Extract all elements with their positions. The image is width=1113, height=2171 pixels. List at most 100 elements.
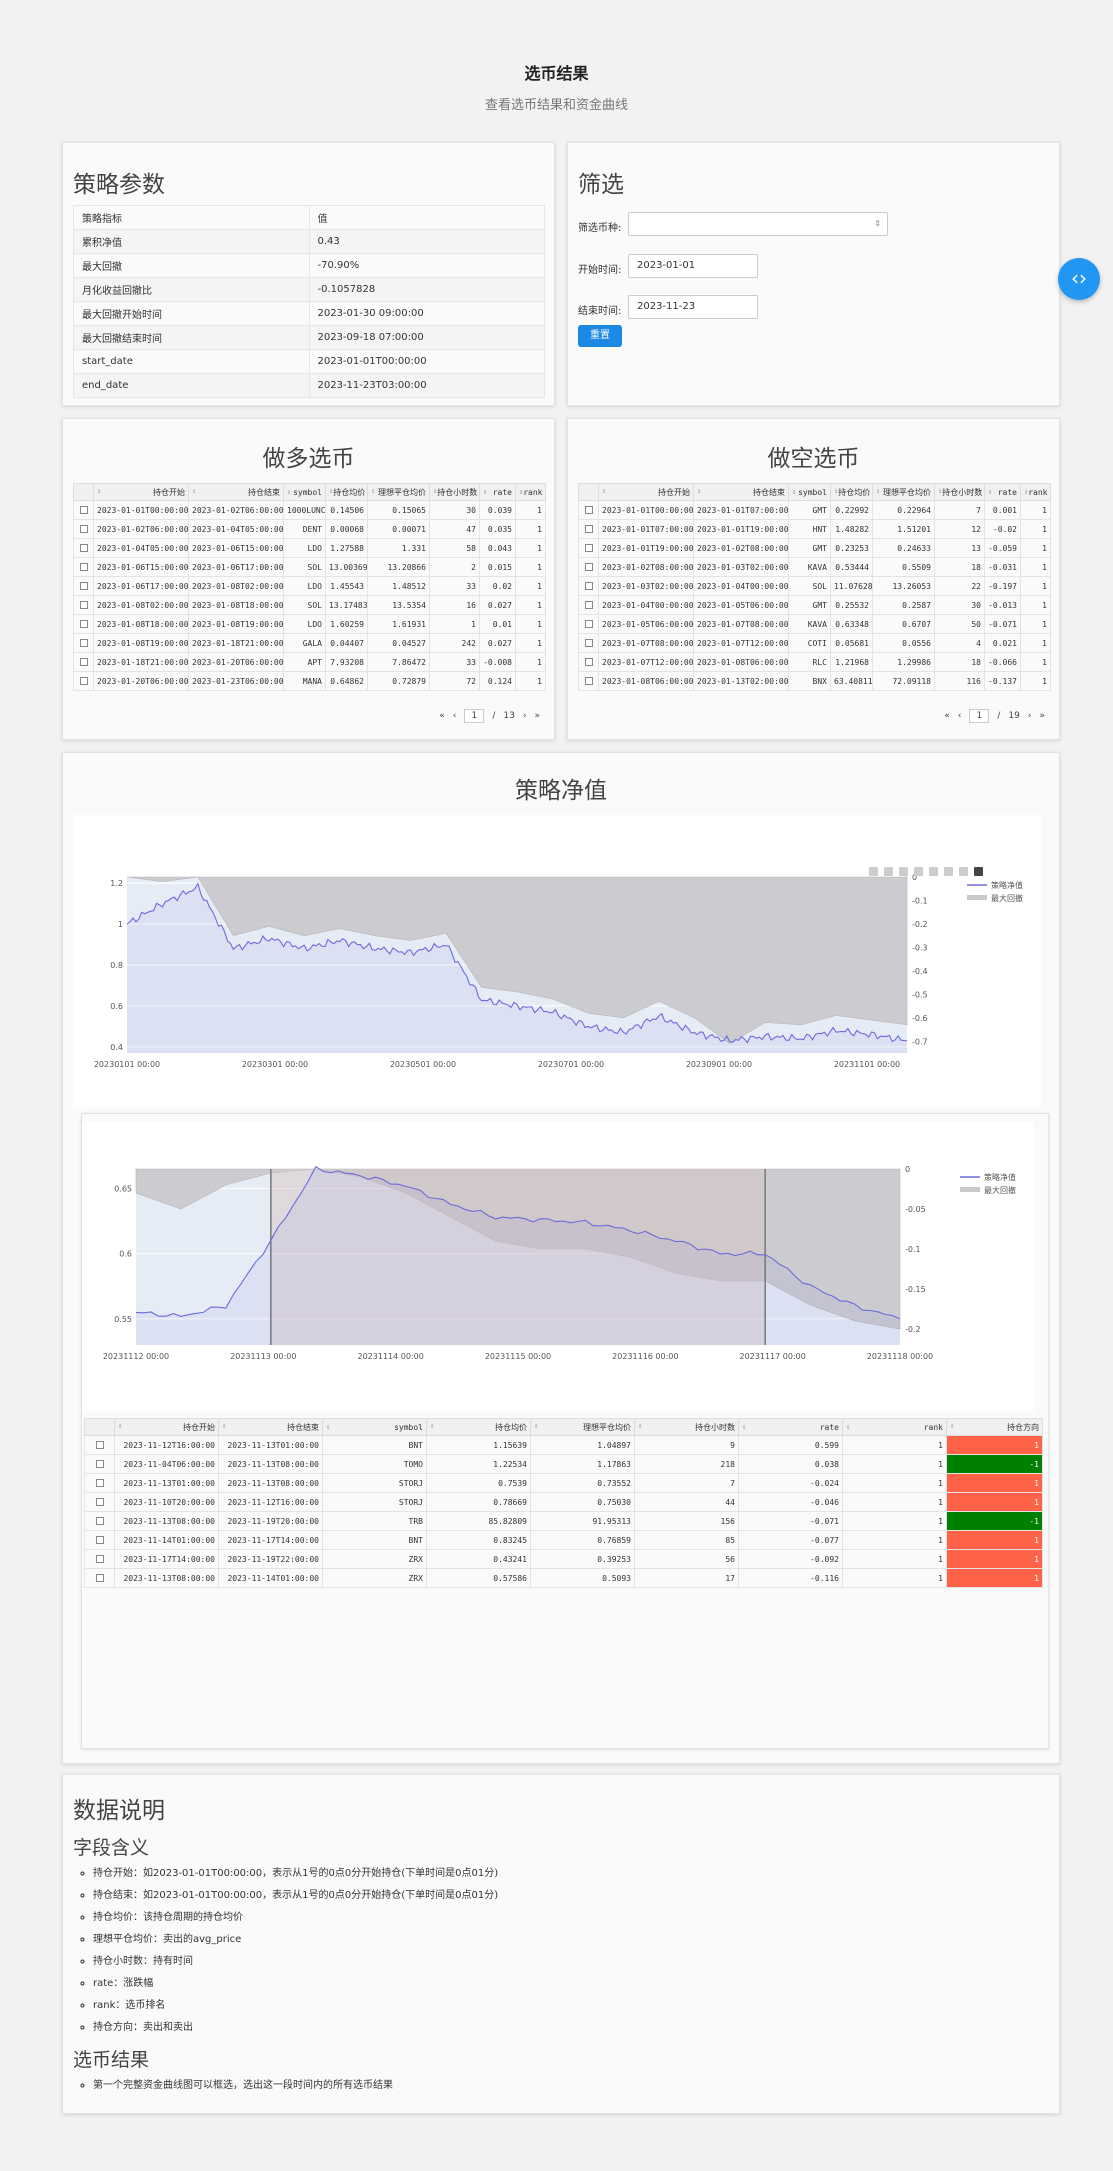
equity-chart[interactable]: 1.210.80.60.40-0.1-0.2-0.3-0.4-0.5-0.6-0…	[73, 815, 1041, 1107]
prev-page-button[interactable]: ‹	[958, 711, 962, 721]
column-header[interactable]: ⇕ rate	[984, 483, 1021, 501]
column-header[interactable]: ⇕ 持仓小时数	[934, 483, 985, 501]
home-icon[interactable]	[959, 867, 968, 876]
row-checkbox[interactable]	[79, 620, 88, 628]
column-header[interactable]: ⇕ 持仓开始	[93, 483, 189, 501]
row-checkbox[interactable]	[79, 658, 88, 666]
row-checkbox[interactable]	[95, 1498, 104, 1506]
reset-button[interactable]: 重置	[578, 325, 622, 347]
column-header[interactable]: ⇕ 持仓方向	[946, 1418, 1043, 1436]
end-date-input[interactable]: 2023-11-23	[628, 295, 758, 319]
zoom-out-icon[interactable]	[929, 867, 938, 876]
table-row[interactable]: 2023-01-05T06:00:00 2023-01-07T08:00:00 KA…	[578, 614, 1051, 634]
column-header[interactable]: ⇕ 理想平仓均价	[872, 483, 935, 501]
column-header[interactable]: ⇕ rank	[842, 1418, 947, 1436]
legend-drawdown-label[interactable]: 最大回撤	[991, 893, 1023, 903]
table-row[interactable]: 2023-11-13T08:00:00 2023-11-19T20:00:00 TR…	[84, 1511, 1043, 1531]
row-checkbox[interactable]	[79, 506, 88, 514]
row-checkbox[interactable]	[584, 677, 593, 685]
table-row[interactable]: 2023-01-03T02:00:00 2023-01-04T00:00:00 SO…	[578, 576, 1051, 596]
table-row[interactable]: 2023-01-06T15:00:00 2023-01-06T17:00:00 SO…	[73, 557, 546, 577]
next-page-button[interactable]: ›	[1028, 711, 1032, 721]
row-checkbox[interactable]	[79, 639, 88, 647]
column-header[interactable]: ⇕ 持仓小时数	[634, 1418, 739, 1436]
table-row[interactable]: 2023-01-18T21:00:00 2023-01-20T06:00:00 AP…	[73, 652, 546, 672]
row-checkbox[interactable]	[95, 1536, 104, 1544]
pan-icon[interactable]	[899, 867, 908, 876]
column-header[interactable]: ⇕ 持仓小时数	[429, 483, 480, 501]
column-header[interactable]: ⇕ symbol	[322, 1418, 427, 1436]
row-checkbox[interactable]	[95, 1555, 104, 1563]
legend-nav-label[interactable]: 策略净值	[991, 880, 1023, 890]
column-header[interactable]: ⇕ 理想平仓均价	[367, 483, 430, 501]
column-header[interactable]: ⇕ 持仓结束	[188, 483, 284, 501]
table-row[interactable]: 2023-01-01T19:00:00 2023-01-02T08:00:00 GM…	[578, 538, 1051, 558]
table-row[interactable]: 2023-01-08T02:00:00 2023-01-08T18:00:00 SO…	[73, 595, 546, 615]
row-checkbox[interactable]	[95, 1441, 104, 1449]
table-row[interactable]: 2023-01-01T00:00:00 2023-01-01T07:00:00 GM…	[578, 500, 1051, 520]
row-checkbox[interactable]	[79, 544, 88, 552]
table-row[interactable]: 2023-11-14T01:00:00 2023-11-17T14:00:00 BN…	[84, 1530, 1043, 1550]
table-row[interactable]: 2023-01-08T18:00:00 2023-01-08T19:00:00 LD…	[73, 614, 546, 634]
zoom-in-icon[interactable]	[914, 867, 923, 876]
column-header[interactable]: ⇕ 持仓均价	[426, 1418, 531, 1436]
row-checkbox[interactable]	[584, 563, 593, 571]
autoscale-icon[interactable]	[944, 867, 953, 876]
last-page-button[interactable]: »	[534, 711, 540, 721]
table-row[interactable]: 2023-11-13T01:00:00 2023-11-13T08:00:00 ST…	[84, 1473, 1043, 1493]
table-row[interactable]: 2023-01-07T08:00:00 2023-01-07T12:00:00 CO…	[578, 633, 1051, 653]
zoom-chart-container[interactable]: 0.65 0.6 0.55 0 -0.05 -0.1 -0.15 -0.2 20231112 0…	[82, 1122, 1034, 1412]
table-row[interactable]: 2023-01-02T08:00:00 2023-01-03T02:00:00 KA…	[578, 557, 1051, 577]
first-page-button[interactable]: «	[944, 711, 950, 721]
column-header[interactable]: ⇕ 持仓结束	[218, 1418, 323, 1436]
row-checkbox[interactable]	[79, 563, 88, 571]
first-page-button[interactable]: «	[439, 711, 445, 721]
column-header[interactable]: ⇕ 持仓结束	[693, 483, 789, 501]
table-row[interactable]: 2023-01-01T07:00:00 2023-01-01T19:00:00 HN…	[578, 519, 1051, 539]
table-row[interactable]: 2023-01-08T06:00:00 2023-01-13T02:00:00 BN…	[578, 671, 1051, 691]
column-header[interactable]: ⇕ rank	[1020, 483, 1051, 501]
camera-icon[interactable]	[869, 867, 878, 876]
table-row[interactable]: 2023-11-12T16:00:00 2023-11-13T01:00:00 BN…	[84, 1435, 1043, 1455]
table-row[interactable]: 2023-01-08T19:00:00 2023-01-18T21:00:00 GA…	[73, 633, 546, 653]
symbol-select[interactable]: ⇕	[628, 212, 888, 236]
row-checkbox[interactable]	[95, 1574, 104, 1582]
column-header[interactable]: ⇕ 持仓开始	[114, 1418, 219, 1436]
table-row[interactable]: 2023-01-04T05:00:00 2023-01-06T15:00:00 LD…	[73, 538, 546, 558]
column-header[interactable]: ⇕ 理想平仓均价	[530, 1418, 635, 1436]
column-header[interactable]: ⇕ rate	[479, 483, 516, 501]
row-checkbox[interactable]	[79, 582, 88, 590]
table-row[interactable]: 2023-01-20T06:00:00 2023-01-23T06:00:00 MA…	[73, 671, 546, 691]
row-checkbox[interactable]	[95, 1517, 104, 1525]
row-checkbox[interactable]	[584, 525, 593, 533]
page-number-input[interactable]: 1	[969, 709, 990, 723]
column-header[interactable]: ⇕ symbol	[788, 483, 831, 501]
table-row[interactable]: 2023-11-17T14:00:00 2023-11-19T22:00:00 ZR…	[84, 1549, 1043, 1569]
legend-nav-label[interactable]: 策略净值	[984, 1172, 1016, 1182]
row-checkbox[interactable]	[79, 677, 88, 685]
table-row[interactable]: 2023-11-13T08:00:00 2023-11-14T01:00:00 ZR…	[84, 1568, 1043, 1588]
table-row[interactable]: 2023-11-10T20:00:00 2023-11-12T16:00:00 ST…	[84, 1492, 1043, 1512]
row-checkbox[interactable]	[584, 601, 593, 609]
table-row[interactable]: 2023-01-04T00:00:00 2023-01-05T06:00:00 GM…	[578, 595, 1051, 615]
row-checkbox[interactable]	[95, 1460, 104, 1468]
zoom-chart[interactable]: 0.65 0.6 0.55 0 -0.05 -0.1 -0.15 -0.2 20231112 0…	[82, 1122, 1034, 1412]
next-page-button[interactable]: ›	[523, 711, 527, 721]
row-checkbox[interactable]	[584, 544, 593, 552]
column-header[interactable]: ⇕ rank	[515, 483, 546, 501]
column-header[interactable]: ⇕ symbol	[283, 483, 326, 501]
column-header[interactable]: ⇕ 持仓开始	[598, 483, 694, 501]
table-row[interactable]: 2023-11-04T06:00:00 2023-11-13T08:00:00 TO…	[84, 1454, 1043, 1474]
prev-page-button[interactable]: ‹	[453, 711, 457, 721]
table-row[interactable]: 2023-01-07T12:00:00 2023-01-08T06:00:00 RL…	[578, 652, 1051, 672]
legend-drawdown-label[interactable]: 最大回撤	[984, 1185, 1016, 1195]
column-header[interactable]: ⇕ 持仓均价	[830, 483, 873, 501]
equity-chart-container[interactable]: 1.2 1 0.8 0.6 0.4 0 -0.1 -0.2 -0.3 -0.4 -0.5 -0.6 -0…	[73, 815, 1041, 1107]
row-checkbox[interactable]	[79, 525, 88, 533]
row-checkbox[interactable]	[584, 506, 593, 514]
page-number-input[interactable]: 1	[464, 709, 485, 723]
code-toggle-button[interactable]: ‹›	[1058, 258, 1100, 300]
start-date-input[interactable]: 2023-01-01	[628, 254, 758, 278]
row-checkbox[interactable]	[584, 639, 593, 647]
row-checkbox[interactable]	[95, 1479, 104, 1487]
